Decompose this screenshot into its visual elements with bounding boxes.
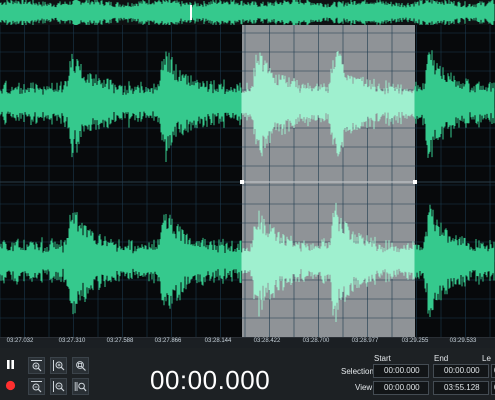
ruler-tick: 03:28.700	[302, 338, 330, 344]
view-end-field[interactable]: 03:55.128	[433, 381, 489, 395]
ruler-tick: 03:27.588	[106, 338, 134, 344]
zoom-to-selection-icon	[76, 361, 86, 371]
waveform-view[interactable]	[0, 25, 495, 337]
length-header: Le	[482, 354, 491, 363]
waveform-graphic	[0, 25, 495, 337]
overview-waveform[interactable]	[0, 0, 495, 27]
selection-length-field[interactable]: 00	[491, 364, 495, 378]
ruler-tick: 03:27.032	[6, 338, 34, 344]
zoom-out-vertical-button[interactable]	[28, 378, 45, 395]
zoom-in-vertical-icon	[31, 360, 42, 372]
view-start-field[interactable]: 00:00.000	[373, 381, 429, 395]
ruler-tick: 03:27.310	[58, 338, 86, 344]
playback-time-display: 00:00.000	[150, 365, 271, 395]
ruler-tick: 03:29.255	[401, 338, 429, 344]
zoom-to-selection-button[interactable]	[72, 357, 89, 374]
zoom-out-horizontal-icon	[53, 381, 65, 392]
pause-button[interactable]	[2, 356, 19, 373]
time-ruler[interactable]: 03:27.032 03:27.310 03:27.588 03:27.866 …	[0, 337, 495, 348]
ruler-tick: 03:29.533	[449, 338, 477, 344]
record-icon	[5, 380, 16, 391]
ruler-tick: 03:27.866	[154, 338, 182, 344]
zoom-out-horizontal-button[interactable]	[50, 378, 67, 395]
end-header: End	[434, 354, 449, 363]
overview-waveform-graphic	[0, 0, 495, 27]
zoom-full-icon	[74, 382, 87, 392]
zoom-out-vertical-icon	[31, 381, 42, 393]
ruler-tick: 03:28.422	[253, 338, 281, 344]
record-button[interactable]	[2, 377, 19, 394]
view-label: View	[355, 383, 373, 392]
selection-start-field[interactable]: 00:00.000	[373, 364, 429, 378]
view-length-field[interactable]: 03	[491, 381, 495, 395]
zoom-in-horizontal-button[interactable]	[50, 357, 67, 374]
start-header: Start	[374, 354, 391, 363]
pause-icon	[7, 360, 14, 369]
zoom-in-vertical-button[interactable]	[28, 357, 45, 374]
zoom-in-horizontal-icon	[53, 360, 65, 371]
ruler-tick: 03:28.977	[351, 338, 379, 344]
zoom-full-button[interactable]	[72, 378, 89, 395]
transport-panel: 00:00.000 Start End Le Selection 00:00.0…	[0, 348, 495, 400]
selection-end-field[interactable]: 00:00.000	[433, 364, 489, 378]
ruler-tick: 03:28.144	[204, 338, 232, 344]
selection-label: Selection	[341, 367, 374, 376]
